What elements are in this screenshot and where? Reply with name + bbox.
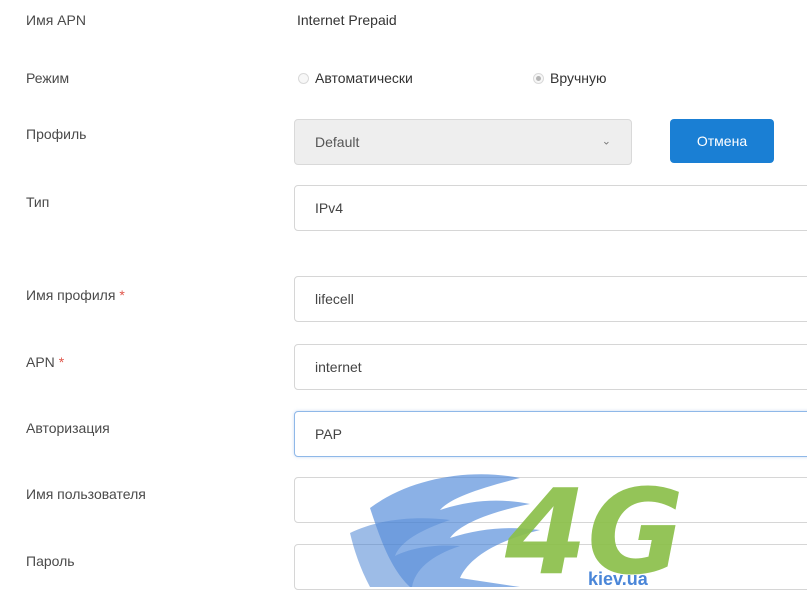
apn-label-text: APN: [26, 354, 55, 370]
auth-select[interactable]: PAP ⌄: [294, 411, 807, 457]
apn-input[interactable]: internet: [294, 344, 807, 390]
radio-auto-label: Автоматически: [315, 70, 413, 86]
profile-name-input-value: lifecell: [315, 291, 354, 307]
auth-select-value: PAP: [315, 426, 342, 442]
apn-input-value: internet: [315, 359, 362, 375]
apn-label: APN *: [26, 352, 64, 372]
auth-label: Авторизация: [26, 420, 110, 436]
mode-radio-manual[interactable]: Вручную: [533, 66, 607, 90]
password-label: Пароль: [26, 553, 75, 569]
radio-manual-icon[interactable]: [533, 72, 544, 84]
type-select-value: IPv4: [315, 200, 344, 216]
username-input[interactable]: [294, 477, 807, 523]
chevron-down-icon: ⌄: [601, 135, 611, 148]
radio-auto-icon[interactable]: [298, 72, 309, 84]
cancel-button[interactable]: Отмена: [670, 119, 774, 163]
password-input[interactable]: [294, 544, 807, 590]
profile-name-label-text: Имя профиля: [26, 287, 116, 303]
profile-label: Профиль: [26, 126, 87, 142]
mode-radio-auto[interactable]: Автоматически: [298, 66, 413, 90]
apn-name-value: Internet Prepaid: [297, 12, 397, 28]
type-select[interactable]: IPv4 ⌄: [294, 185, 807, 231]
profile-name-input[interactable]: lifecell: [294, 276, 807, 322]
apn-name-label: Имя APN: [26, 12, 86, 28]
username-label: Имя пользователя: [26, 486, 146, 502]
profile-name-label: Имя профиля *: [26, 285, 125, 305]
profile-select[interactable]: Default ⌄: [294, 119, 632, 165]
profile-select-value: Default: [315, 134, 360, 150]
type-label: Тип: [26, 194, 50, 210]
mode-label: Режим: [26, 70, 70, 86]
required-mark: *: [58, 354, 65, 370]
required-mark: *: [119, 287, 125, 303]
radio-manual-label: Вручную: [550, 70, 607, 86]
